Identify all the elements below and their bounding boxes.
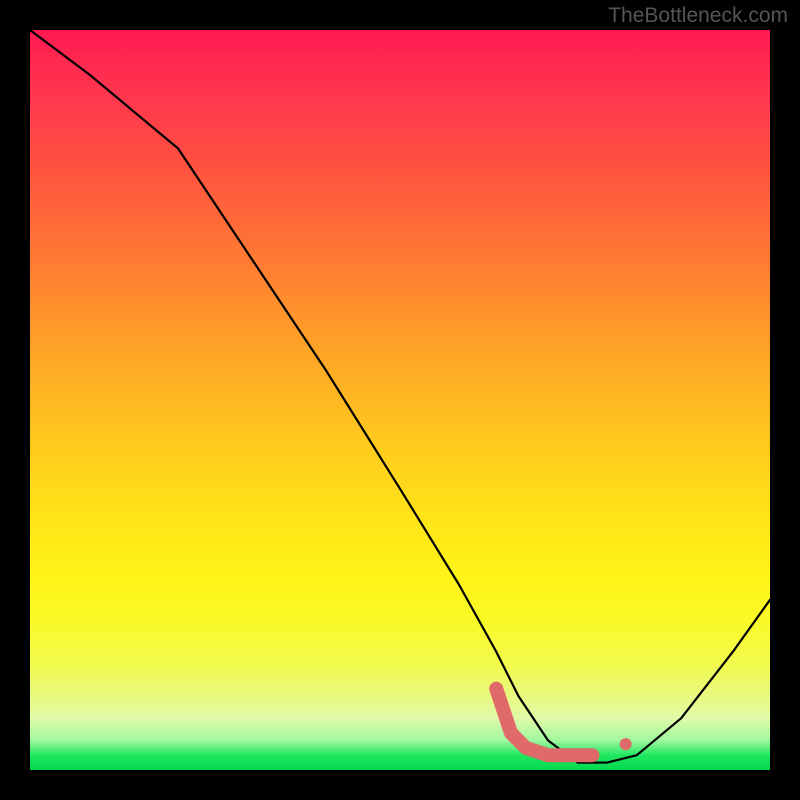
watermark-text: TheBottleneck.com (608, 4, 788, 28)
highlight-end-dot (620, 738, 632, 750)
highlight-segment (496, 689, 592, 756)
bottleneck-curve (30, 30, 770, 763)
chart-svg (30, 30, 770, 770)
plot-area (30, 30, 770, 770)
highlight-markers (496, 689, 632, 756)
